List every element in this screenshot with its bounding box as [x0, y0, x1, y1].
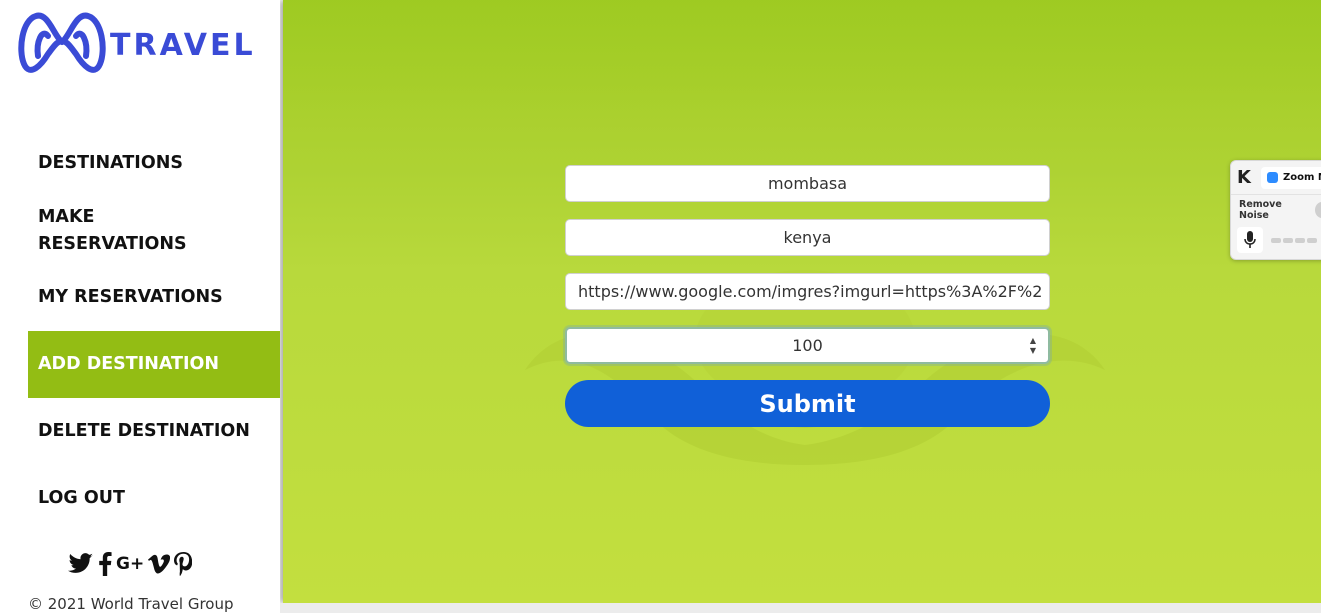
twitter-icon[interactable] — [68, 550, 94, 578]
destination-name-input[interactable]: mombasa — [565, 165, 1050, 202]
zoom-tab[interactable]: Zoom M — [1260, 166, 1321, 189]
mic-level-meter — [1271, 237, 1317, 243]
zoom-noise-widget: K Zoom M Remove Noise — [1230, 160, 1321, 260]
brand-name: TRAVEL — [110, 27, 256, 63]
stepper-up-icon[interactable]: ▲ — [1030, 337, 1036, 345]
sidebar-item-make-reservations[interactable]: MAKE RESERVATIONS — [28, 197, 280, 264]
sidebar-item-delete-destination[interactable]: DELETE DESTINATION — [28, 398, 280, 465]
google-plus-text: G+ — [116, 554, 145, 574]
destination-name-value: mombasa — [767, 174, 848, 193]
social-links: G+ — [68, 550, 193, 578]
mic-row — [1231, 225, 1321, 255]
copyright-text: © 2021 World Travel Group — [28, 595, 234, 613]
mic-level-bar — [1271, 237, 1281, 243]
google-plus-icon[interactable]: G+ — [116, 550, 144, 578]
remove-noise-row: Remove Noise — [1231, 195, 1321, 225]
country-input[interactable]: kenya — [565, 219, 1050, 256]
sidebar-item-destinations[interactable]: DESTINATIONS — [28, 130, 280, 197]
background-sky — [283, 0, 1321, 120]
number-stepper[interactable]: ▲ ▼ — [1030, 337, 1036, 355]
brand-logo[interactable]: TRAVEL — [18, 6, 258, 78]
zoom-icon — [1266, 172, 1278, 183]
add-destination-form: mombasa kenya https://www.google.com/img… — [565, 165, 1050, 427]
sidebar-item-label-line2: RESERVATIONS — [38, 233, 187, 254]
sidebar-item-label: DESTINATIONS — [38, 153, 183, 173]
sidebar-item-label: MY RESERVATIONS — [38, 287, 223, 307]
main-content: mombasa kenya https://www.google.com/img… — [283, 0, 1321, 603]
sidebar: TRAVEL DESTINATIONS MAKE RESERVATIONS MY… — [0, 0, 280, 613]
country-value: kenya — [783, 228, 832, 247]
sidebar-item-add-destination[interactable]: ADD DESTINATION — [28, 331, 280, 398]
sidebar-item-log-out[interactable]: LOG OUT — [28, 465, 280, 532]
sidebar-item-label: MAKE RESERVATIONS — [38, 204, 187, 258]
zoom-widget-header: K Zoom M — [1231, 161, 1321, 195]
sidebar-item-label: DELETE DESTINATION — [38, 421, 250, 441]
travel-logo-icon — [18, 12, 106, 73]
zoom-tab-label: Zoom M — [1282, 172, 1321, 183]
sidebar-nav: DESTINATIONS MAKE RESERVATIONS MY RESERV… — [28, 130, 280, 532]
image-url-value: https://www.google.com/imgres?imgurl=htt… — [578, 282, 1043, 301]
pinterest-icon[interactable] — [174, 550, 193, 578]
sidebar-item-label-line1: MAKE — [38, 206, 95, 227]
image-url-input[interactable]: https://www.google.com/imgres?imgurl=htt… — [565, 273, 1050, 310]
price-value: 100 — [792, 336, 823, 355]
remove-noise-toggle[interactable] — [1315, 202, 1321, 218]
price-input[interactable]: 100 ▲ ▼ — [565, 327, 1050, 364]
krisp-logo-icon: K — [1237, 167, 1251, 188]
mic-level-bar — [1283, 237, 1293, 243]
vimeo-icon[interactable] — [148, 550, 171, 578]
submit-button[interactable]: Submit — [565, 380, 1050, 427]
microphone-icon[interactable] — [1237, 227, 1263, 253]
sidebar-item-label: ADD DESTINATION — [38, 354, 220, 374]
stepper-down-icon[interactable]: ▼ — [1030, 347, 1036, 355]
sidebar-item-my-reservations[interactable]: MY RESERVATIONS — [28, 264, 280, 331]
mic-level-bar — [1295, 237, 1305, 243]
mic-level-bar — [1307, 237, 1317, 243]
remove-noise-label: Remove Noise — [1239, 199, 1282, 221]
sidebar-item-label: LOG OUT — [38, 488, 125, 508]
facebook-icon[interactable] — [98, 550, 112, 578]
